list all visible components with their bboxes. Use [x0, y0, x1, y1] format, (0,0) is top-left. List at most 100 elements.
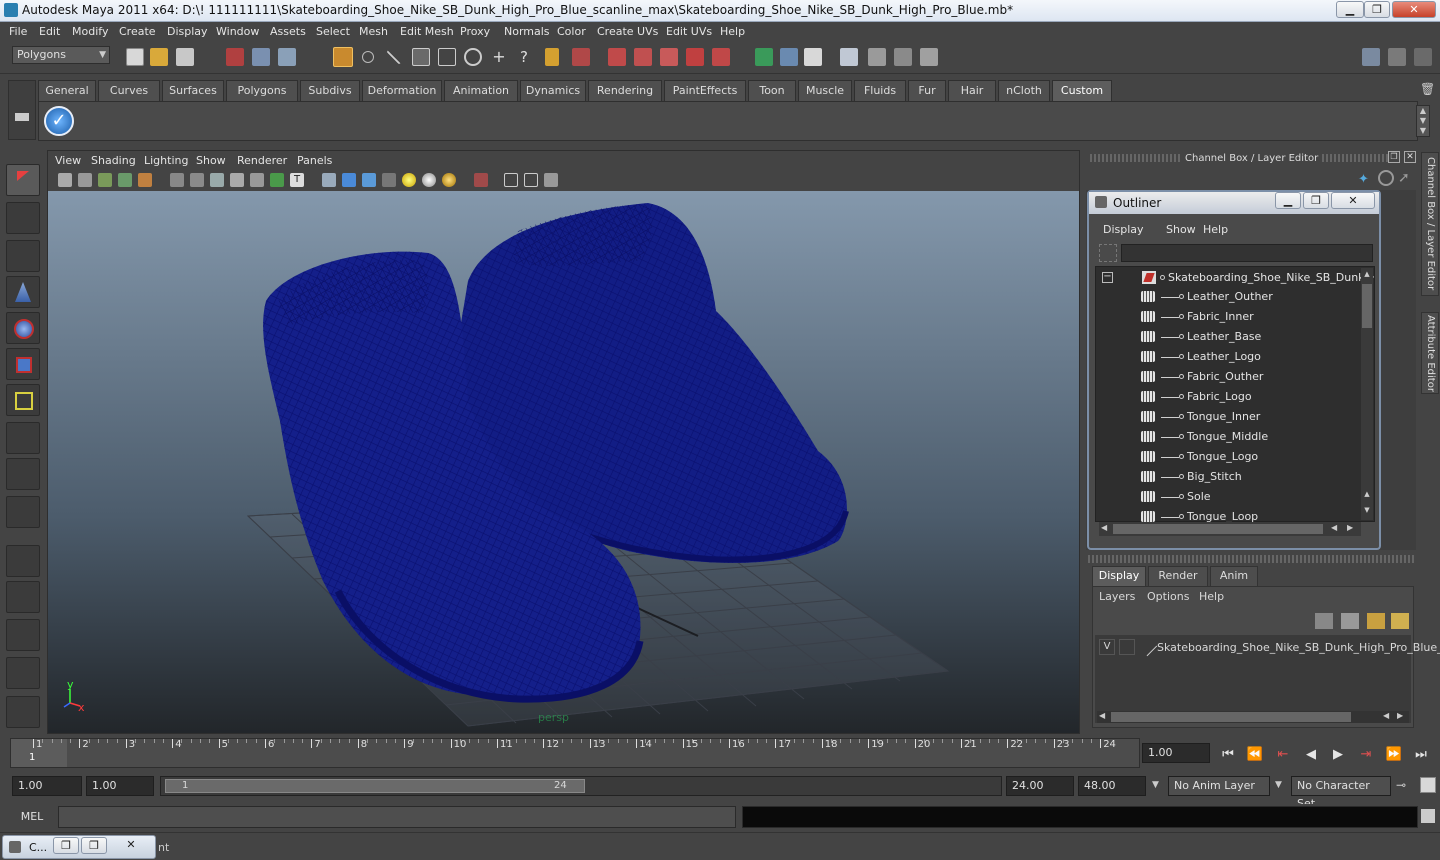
custom-shelf-check-icon[interactable]: ✓: [44, 106, 74, 136]
tab-painteffects[interactable]: PaintEffects: [664, 80, 746, 101]
checker-icon[interactable]: [382, 173, 396, 187]
step-forward-frame-button[interactable]: ⇥: [1357, 746, 1375, 764]
vp-menu-renderer[interactable]: Renderer: [237, 154, 287, 167]
rename-icon[interactable]: [780, 48, 798, 66]
persp-graph-layout-icon[interactable]: [6, 657, 40, 689]
outliner-search-input[interactable]: [1121, 244, 1373, 262]
layer-row[interactable]: V Skateboarding_Shoe_Nike_SB_Dunk_High_P…: [1095, 637, 1440, 657]
tab-custom[interactable]: Custom: [1052, 80, 1112, 101]
anim-layer-chevron-icon[interactable]: ▼: [1152, 780, 1159, 790]
persp-outliner-layout-icon[interactable]: [6, 619, 40, 651]
tab-subdivs[interactable]: Subdivs: [300, 80, 360, 101]
menu-display[interactable]: Display: [167, 25, 208, 38]
maximize-button[interactable]: ❐: [1364, 1, 1390, 18]
outliner-item[interactable]: Fabric_Logo: [1095, 387, 1355, 407]
mel-command-input[interactable]: [58, 806, 736, 828]
outliner-item[interactable]: Tongue_Middle: [1095, 427, 1355, 447]
outliner-item[interactable]: Leather_Logo: [1095, 347, 1355, 367]
camera-attributes-icon[interactable]: [78, 173, 92, 187]
sidebar-toggle-icon[interactable]: [804, 48, 822, 66]
hypershade-layout-icon[interactable]: [6, 696, 40, 728]
float-icon[interactable]: ❐: [1388, 151, 1400, 163]
tab-general[interactable]: General: [38, 80, 96, 101]
show-manipulator-icon[interactable]: [6, 458, 40, 490]
render-view-icon[interactable]: [712, 48, 730, 66]
tab-deformation[interactable]: Deformation: [362, 80, 442, 101]
menu-assets[interactable]: Assets: [270, 25, 306, 38]
layer-scroll-left-end-icon[interactable]: ◀: [1383, 711, 1389, 720]
range-slider[interactable]: 1 24: [160, 776, 1002, 796]
menu-create[interactable]: Create: [119, 25, 156, 38]
key-icon[interactable]: ⊸: [1396, 778, 1406, 792]
wireframe-shading-icon[interactable]: [170, 173, 184, 187]
bookmark-icon[interactable]: [98, 173, 112, 187]
xray-icon[interactable]: [342, 173, 356, 187]
save-scene-icon[interactable]: [176, 48, 194, 66]
play-backward-button[interactable]: ◀: [1302, 746, 1320, 764]
move-tool-icon[interactable]: [6, 276, 40, 308]
history-icon[interactable]: [572, 48, 590, 66]
scroll-right-icon[interactable]: ▶: [1347, 523, 1353, 532]
tab-animation[interactable]: Animation: [444, 80, 518, 101]
start-time-field[interactable]: 1.00: [12, 776, 82, 796]
tab-surfaces[interactable]: Surfaces: [162, 80, 224, 101]
menu-set-dropdown[interactable]: Polygons ▼: [12, 46, 110, 64]
tool-settings-icon[interactable]: [868, 48, 886, 66]
move-layer-up-icon[interactable]: [1315, 613, 1333, 629]
vertex-mask-icon[interactable]: [362, 51, 374, 63]
snap-grid-icon[interactable]: [464, 48, 482, 66]
isolate-icon[interactable]: [322, 173, 336, 187]
tab-rendering[interactable]: Rendering: [588, 80, 662, 101]
outliner-title-bar[interactable]: Outliner ▁ ❐ ✕: [1089, 192, 1379, 214]
textured-icon[interactable]: [230, 173, 244, 187]
minimized-window[interactable]: C... ❐ ❐ ✕: [2, 835, 156, 859]
vp-menu-show[interactable]: Show: [196, 154, 226, 167]
tab-anim[interactable]: Anim: [1210, 566, 1258, 586]
last-tool-slot[interactable]: [6, 496, 40, 528]
outliner-minimize-button[interactable]: ▁: [1275, 192, 1301, 209]
panel-layout-icon[interactable]: [1362, 48, 1380, 66]
object-mask-icon[interactable]: [333, 47, 353, 67]
layer-editor-divider[interactable]: [1088, 555, 1416, 563]
scale-tool-icon[interactable]: [6, 348, 40, 380]
menu-normals[interactable]: Normals: [504, 25, 550, 38]
current-frame-field[interactable]: 1.00: [1142, 743, 1210, 763]
outliner-close-button[interactable]: ✕: [1331, 192, 1375, 209]
tab-polygons[interactable]: Polygons: [226, 80, 298, 101]
tab-render[interactable]: Render: [1148, 566, 1208, 586]
attribute-editor-icon[interactable]: [840, 48, 858, 66]
menu-help[interactable]: Help: [720, 25, 745, 38]
menu-window[interactable]: Window: [216, 25, 259, 38]
outliner-menu-display[interactable]: Display: [1103, 223, 1144, 236]
rotate-tool-icon[interactable]: [6, 312, 40, 344]
manipulator-tool-icon[interactable]: [6, 384, 40, 416]
outliner-vscrollbar[interactable]: ▲ ▲ ▼: [1361, 268, 1373, 520]
vp-menu-lighting[interactable]: Lighting: [144, 154, 188, 167]
shelf-scroll-arrows[interactable]: ▲ ▼ ▼: [1416, 105, 1430, 137]
scroll-down-icon[interactable]: ▼: [1362, 506, 1372, 516]
edit-icon[interactable]: ➚: [1398, 170, 1414, 186]
animation-preferences-icon[interactable]: [1420, 777, 1436, 793]
layer-scroll-left-icon[interactable]: ◀: [1099, 711, 1105, 720]
scroll-up-icon[interactable]: ▲: [1362, 270, 1372, 280]
tab-muscle[interactable]: Muscle: [798, 80, 852, 101]
char-set-chevron-icon[interactable]: ▼: [1275, 780, 1282, 790]
tab-display[interactable]: Display: [1092, 566, 1146, 586]
outliner-toggle-icon[interactable]: [1388, 48, 1406, 66]
go-to-end-button[interactable]: ⏭: [1412, 746, 1430, 764]
lasso-tool-icon[interactable]: [6, 202, 40, 234]
render-current-icon[interactable]: [608, 48, 626, 66]
shadows-icon[interactable]: [270, 173, 284, 187]
select-hierarchy-icon[interactable]: [226, 48, 244, 66]
layer-hscroll-thumb[interactable]: [1111, 712, 1351, 722]
layer-hscrollbar[interactable]: ◀ ◀ ▶: [1097, 711, 1409, 723]
outliner-item[interactable]: Big_Stitch: [1095, 467, 1355, 487]
close-small-button[interactable]: ✕: [109, 837, 153, 854]
keyframe-icon[interactable]: ✦: [1358, 172, 1374, 188]
single-perspective-layout-icon[interactable]: [6, 545, 40, 577]
anim-layer-dropdown[interactable]: No Anim Layer: [1168, 776, 1270, 796]
layer-visibility-toggle[interactable]: V: [1099, 639, 1115, 655]
tab-ncloth[interactable]: nCloth: [998, 80, 1050, 101]
all-lights-icon[interactable]: [422, 173, 436, 187]
help-question-icon[interactable]: ?: [515, 48, 533, 66]
